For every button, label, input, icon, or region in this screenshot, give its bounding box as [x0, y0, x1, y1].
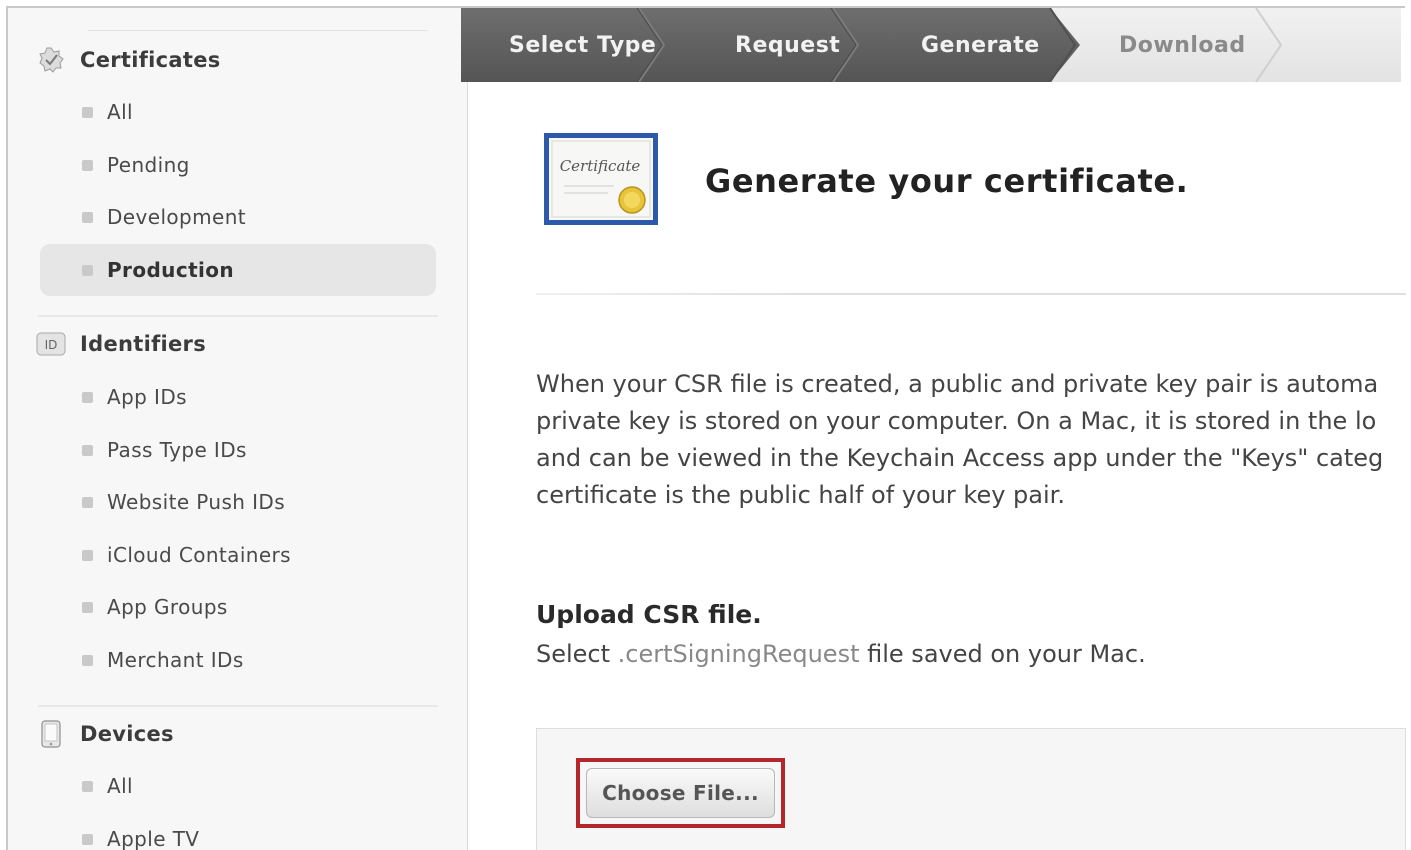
- bullet-icon: [82, 391, 93, 403]
- step-generate: Generate: [921, 32, 1040, 58]
- paragraph-line: private key is stored on your computer. …: [536, 407, 1377, 435]
- certificate-image-text: Certificate: [560, 157, 641, 175]
- paragraph-line: and can be viewed in the Keychain Access…: [536, 444, 1384, 472]
- bullet-icon: [82, 211, 93, 223]
- sidebar-item-label: Apple TV: [107, 827, 200, 850]
- sidebar-item-icloud-containers[interactable]: iCloud Containers: [40, 529, 436, 581]
- section-title-identifiers: Identifiers: [80, 332, 207, 356]
- sidebar-item-app-groups[interactable]: App Groups: [40, 581, 436, 633]
- sidebar-item-label: Production: [107, 258, 235, 282]
- sidebar-item-label: Website Push IDs: [107, 490, 286, 514]
- bullet-icon: [82, 780, 93, 792]
- bullet-icon: [82, 601, 93, 613]
- certificate-image: Certificate: [542, 131, 660, 231]
- sidebar: Certificates All Pending Development Pro…: [8, 8, 468, 850]
- page-title: Generate your certificate.: [705, 162, 1189, 200]
- bullet-icon: [82, 106, 93, 118]
- sidebar-item-pending[interactable]: Pending: [40, 139, 436, 191]
- sidebar-item-label: Development: [107, 205, 247, 229]
- sidebar-section-certificates: Certificates: [36, 42, 221, 78]
- paragraph-line: When your CSR file is created, a public …: [536, 370, 1379, 398]
- upload-title: Upload CSR file.: [536, 600, 762, 629]
- sidebar-item-devices-all[interactable]: All: [40, 760, 436, 812]
- upload-desc-prefix: Select: [536, 640, 618, 668]
- upload-desc-suffix: file saved on your Mac.: [859, 640, 1146, 668]
- step-download: Download: [1119, 32, 1246, 58]
- sidebar-item-pass-type-ids[interactable]: Pass Type IDs: [40, 424, 436, 476]
- sidebar-item-label: All: [107, 774, 133, 798]
- sidebar-item-production[interactable]: Production: [40, 244, 436, 296]
- description-paragraph: When your CSR file is created, a public …: [536, 366, 1411, 514]
- sidebar-item-label: All: [107, 100, 133, 124]
- paragraph-line: certificate is the public half of your k…: [536, 481, 1065, 509]
- upload-desc-extension: .certSigningRequest: [617, 640, 860, 668]
- sidebar-section-identifiers: ID Identifiers: [36, 326, 206, 362]
- sidebar-item-label: App IDs: [107, 385, 187, 409]
- sidebar-item-website-push-ids[interactable]: Website Push IDs: [40, 476, 436, 528]
- id-badge-text: ID: [45, 338, 58, 352]
- sidebar-item-label: iCloud Containers: [107, 543, 291, 567]
- sidebar-item-app-ids[interactable]: App IDs: [40, 371, 436, 423]
- sidebar-item-label: App Groups: [107, 595, 228, 619]
- sidebar-item-merchant-ids[interactable]: Merchant IDs: [40, 634, 436, 686]
- bullet-icon: [82, 496, 93, 508]
- sidebar-item-apple-tv[interactable]: Apple TV: [40, 813, 436, 850]
- section-title-devices: Devices: [80, 722, 174, 746]
- step-request: Request: [735, 32, 841, 58]
- step-select-type: Select Type: [509, 32, 657, 58]
- upload-description: Select .certSigningRequest file saved on…: [536, 640, 1146, 668]
- sidebar-divider: [38, 705, 438, 707]
- bullet-icon: [82, 264, 93, 276]
- main-divider: [536, 293, 1406, 295]
- section-title-certificates: Certificates: [80, 48, 221, 72]
- bullet-icon: [82, 833, 93, 845]
- bullet-icon: [82, 444, 93, 456]
- device-phone-icon: [36, 719, 66, 749]
- sidebar-item-development[interactable]: Development: [40, 191, 436, 243]
- sidebar-item-label: Merchant IDs: [107, 648, 244, 672]
- bullet-icon: [82, 549, 93, 561]
- id-badge-icon: ID: [36, 329, 66, 359]
- sidebar-top-rule: [88, 30, 428, 31]
- sidebar-divider: [38, 315, 438, 317]
- sidebar-item-label: Pass Type IDs: [107, 438, 247, 462]
- sidebar-item-certificates-all[interactable]: All: [40, 86, 436, 138]
- sidebar-section-devices: Devices: [36, 716, 174, 752]
- choose-file-button[interactable]: Choose File...: [586, 768, 775, 818]
- sidebar-item-label: Pending: [107, 153, 190, 177]
- bullet-icon: [82, 654, 93, 666]
- steps-bar: Select Type Request Generate Download: [461, 8, 1401, 82]
- bullet-icon: [82, 159, 93, 171]
- certificate-badge-icon: [36, 45, 66, 75]
